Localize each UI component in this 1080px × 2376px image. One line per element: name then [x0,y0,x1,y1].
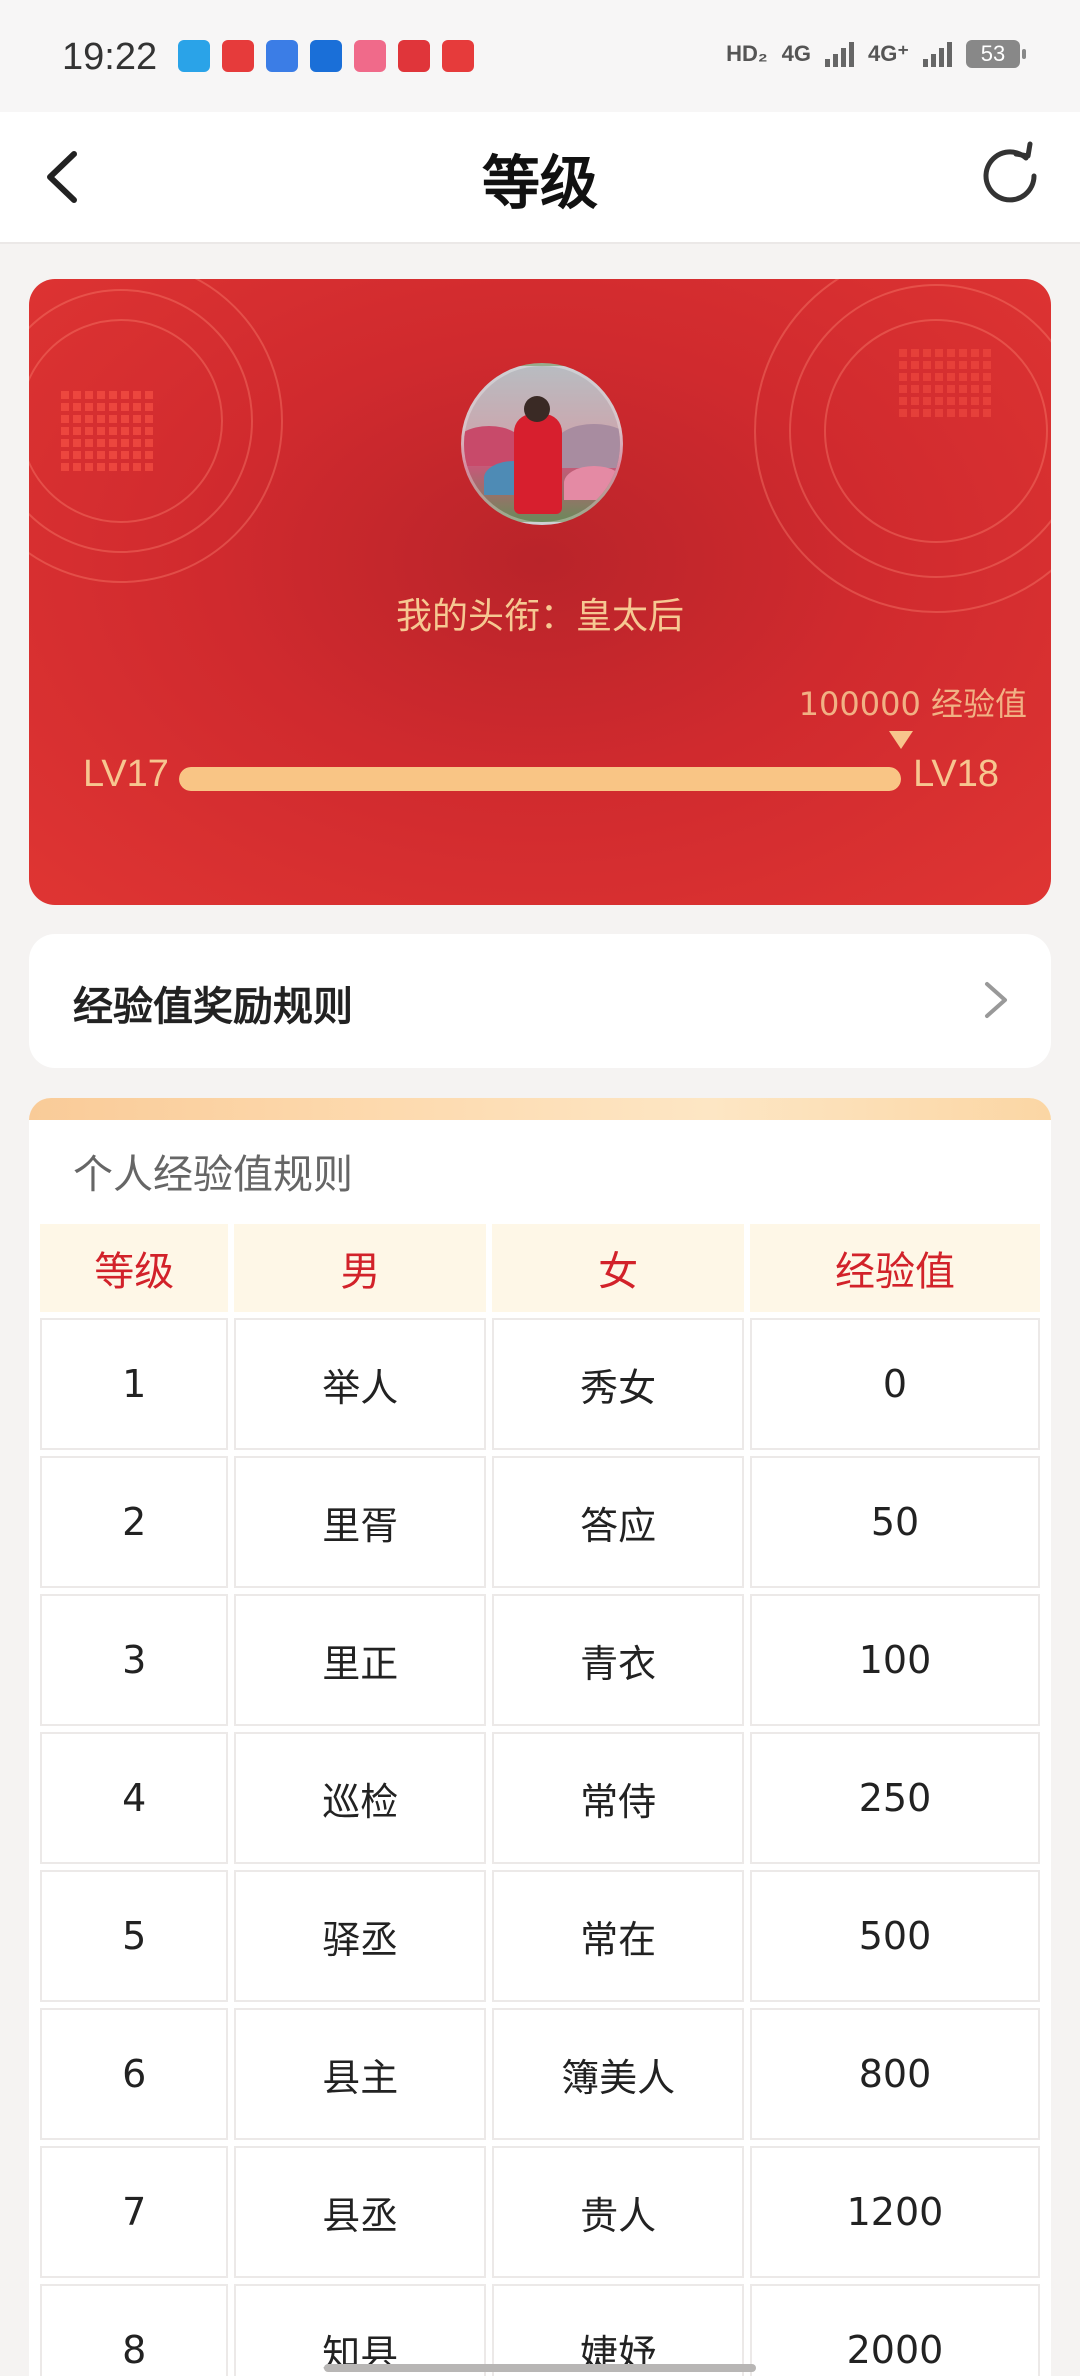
decor-dots [899,349,991,417]
table-row: 5 驿丞 常在 500 [40,1870,1040,2002]
cell-female: 答应 [492,1456,744,1588]
app-notification-icon [354,40,386,72]
cell-female: 秀女 [492,1318,744,1450]
cell-male: 知县 [234,2284,487,2376]
cell-male: 驿丞 [234,1870,487,2002]
cell-level: 6 [40,2008,229,2140]
app-notification-icon [266,40,298,72]
table-row: 6 县主 簿美人 800 [40,2008,1040,2140]
table-row: 8 知县 婕妤 2000 [40,2284,1040,2376]
table-row: 1 举人 秀女 0 [40,1318,1040,1450]
exp-reward-rules-label: 经验值奖励规则 [73,984,353,1030]
status-time: 19:22 [62,36,158,78]
decor-dots [61,391,153,471]
avatar[interactable] [461,363,623,525]
cell-female: 婕妤 [492,2284,744,2376]
home-indicator[interactable] [324,2364,756,2372]
exp-value: 100000 经验值 [798,685,1027,723]
notification-icons [178,40,474,72]
exp-reward-rules-link[interactable]: 经验值奖励规则 [29,934,1051,1068]
header-level: 等级 [40,1224,229,1312]
cell-level: 5 [40,1870,229,2002]
table-row: 3 里正 青衣 100 [40,1594,1040,1726]
network-4g-plus-label: 4G⁺ [868,41,909,66]
cell-male: 举人 [234,1318,487,1450]
cell-exp: 50 [749,1456,1040,1588]
app-notification-icon [398,40,430,72]
chevron-right-icon [985,982,1007,1018]
cell-level: 2 [40,1456,229,1588]
personal-exp-rules: 个人经验值规则 等级 男 女 经验值 1 举人 秀女 0 2 里胥 答应 50 [29,1098,1051,2376]
cell-female: 常侍 [492,1732,744,1864]
cell-exp: 500 [749,1870,1040,2002]
refresh-button[interactable] [970,136,1050,216]
app-notification-icon [310,40,342,72]
cell-level: 1 [40,1318,229,1450]
table-row: 4 巡检 常侍 250 [40,1732,1040,1864]
cell-male: 巡检 [234,1732,487,1864]
level-progress-fill [179,767,901,791]
next-level: LV18 [913,753,999,795]
cell-exp: 2000 [749,2284,1040,2376]
table-row: 7 县丞 贵人 1200 [40,2146,1040,2278]
header-exp: 经验值 [749,1224,1040,1312]
cell-level: 3 [40,1594,229,1726]
signal-icon [825,41,855,67]
level-card: 我的头衔：皇太后 100000 经验值 LV17 LV18 [29,279,1051,905]
signal-icon [923,41,952,67]
cell-male: 县丞 [234,2146,487,2278]
cell-exp: 800 [749,2008,1040,2140]
page-title: 等级 [481,149,598,217]
cell-male: 里胥 [234,1456,487,1588]
user-title: 我的头衔：皇太后 [395,596,684,637]
refresh-icon [983,141,1037,203]
exp-rules-table: 等级 男 女 经验值 1 举人 秀女 0 2 里胥 答应 50 3 里正 青衣 … [34,1218,1046,2376]
cell-male: 里正 [234,1594,487,1726]
nav-bar: 等级 [0,112,1080,244]
app-notification-icon [222,40,254,72]
level-progress-bar [179,767,901,791]
table-header-row: 等级 男 女 经验值 [40,1224,1040,1312]
cell-female: 青衣 [492,1594,744,1726]
app-notification-icon [442,40,474,72]
table-row: 2 里胥 答应 50 [40,1456,1040,1588]
cell-female: 贵人 [492,2146,744,2278]
cell-level: 4 [40,1732,229,1864]
progress-marker-icon [889,731,913,749]
cell-level: 7 [40,2146,229,2278]
cell-level: 8 [40,2284,229,2376]
cell-male: 县主 [234,2008,487,2140]
section-top-band [29,1098,1051,1120]
header-female: 女 [492,1224,744,1312]
cell-female: 常在 [492,1870,744,2002]
cell-exp: 0 [749,1318,1040,1450]
cell-female: 簿美人 [492,2008,744,2140]
telegram-icon [178,40,210,72]
cell-exp: 250 [749,1732,1040,1864]
hd-indicator: HD₂ [726,41,768,66]
network-4g-label: 4G [781,41,812,66]
status-bar: 19:22 HD₂ 4G 4G⁺ 53 [0,0,1080,112]
cell-exp: 1200 [749,2146,1040,2278]
system-icons: HD₂ 4G 4G⁺ 53 [726,40,1026,68]
battery-icon: 53 [966,40,1026,68]
header-male: 男 [234,1224,487,1312]
cell-exp: 100 [749,1594,1040,1726]
section-title: 个人经验值规则 [73,1152,353,1198]
current-level: LV17 [83,753,169,795]
